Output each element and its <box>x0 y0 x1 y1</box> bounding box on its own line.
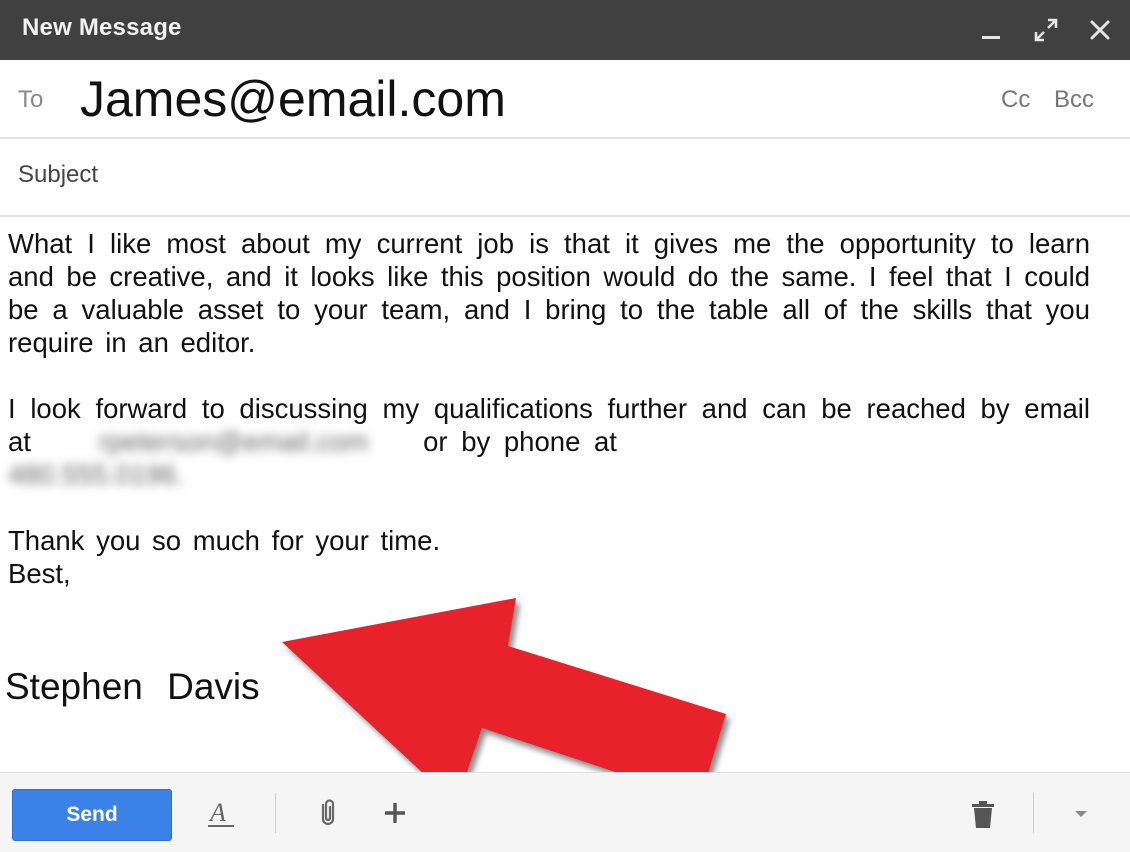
redacted-phone: 480.555.0196. <box>8 459 184 490</box>
bcc-link[interactable]: Bcc <box>1054 86 1094 114</box>
text-format-icon[interactable]: A <box>203 795 239 836</box>
cc-link[interactable]: Cc <box>1001 86 1030 114</box>
title-bar: New Message <box>0 0 1130 60</box>
body-paragraph-2: I look forward to discussing my qualific… <box>8 392 1090 491</box>
window-title: New Message <box>22 14 182 41</box>
subject-input[interactable] <box>18 161 1098 189</box>
minimize-icon[interactable] <box>974 12 1010 48</box>
compose-toolbar: Send A <box>0 772 1130 852</box>
redacted-email: rpeterson@email.com <box>99 426 369 457</box>
close-icon[interactable] <box>1082 12 1118 48</box>
body-paragraph-2-middle: or by phone at <box>423 426 617 457</box>
plus-icon[interactable] <box>377 795 413 836</box>
toolbar-separator <box>275 793 276 833</box>
expand-icon[interactable] <box>1028 12 1064 48</box>
body-paragraph-1: What I like most about my current job is… <box>8 228 1090 358</box>
closing-line-2: Best, <box>8 558 71 589</box>
compose-window: New Message To Cc Bcc <box>0 0 1130 852</box>
send-button[interactable]: Send <box>12 789 172 841</box>
to-input[interactable] <box>80 70 960 128</box>
svg-text:A: A <box>208 798 226 827</box>
signature: Stephen Davis <box>5 666 260 707</box>
recipients-row: To Cc Bcc <box>0 60 1130 139</box>
message-body[interactable]: What I like most about my current job is… <box>8 227 1090 590</box>
paperclip-icon[interactable] <box>310 795 346 836</box>
subject-row <box>0 139 1130 217</box>
trash-icon[interactable] <box>965 795 1001 836</box>
chevron-down-icon[interactable] <box>1063 795 1099 836</box>
to-label: To <box>18 86 44 113</box>
toolbar-separator <box>1033 793 1034 833</box>
closing-line-1: Thank you so much for your time. <box>8 525 441 556</box>
